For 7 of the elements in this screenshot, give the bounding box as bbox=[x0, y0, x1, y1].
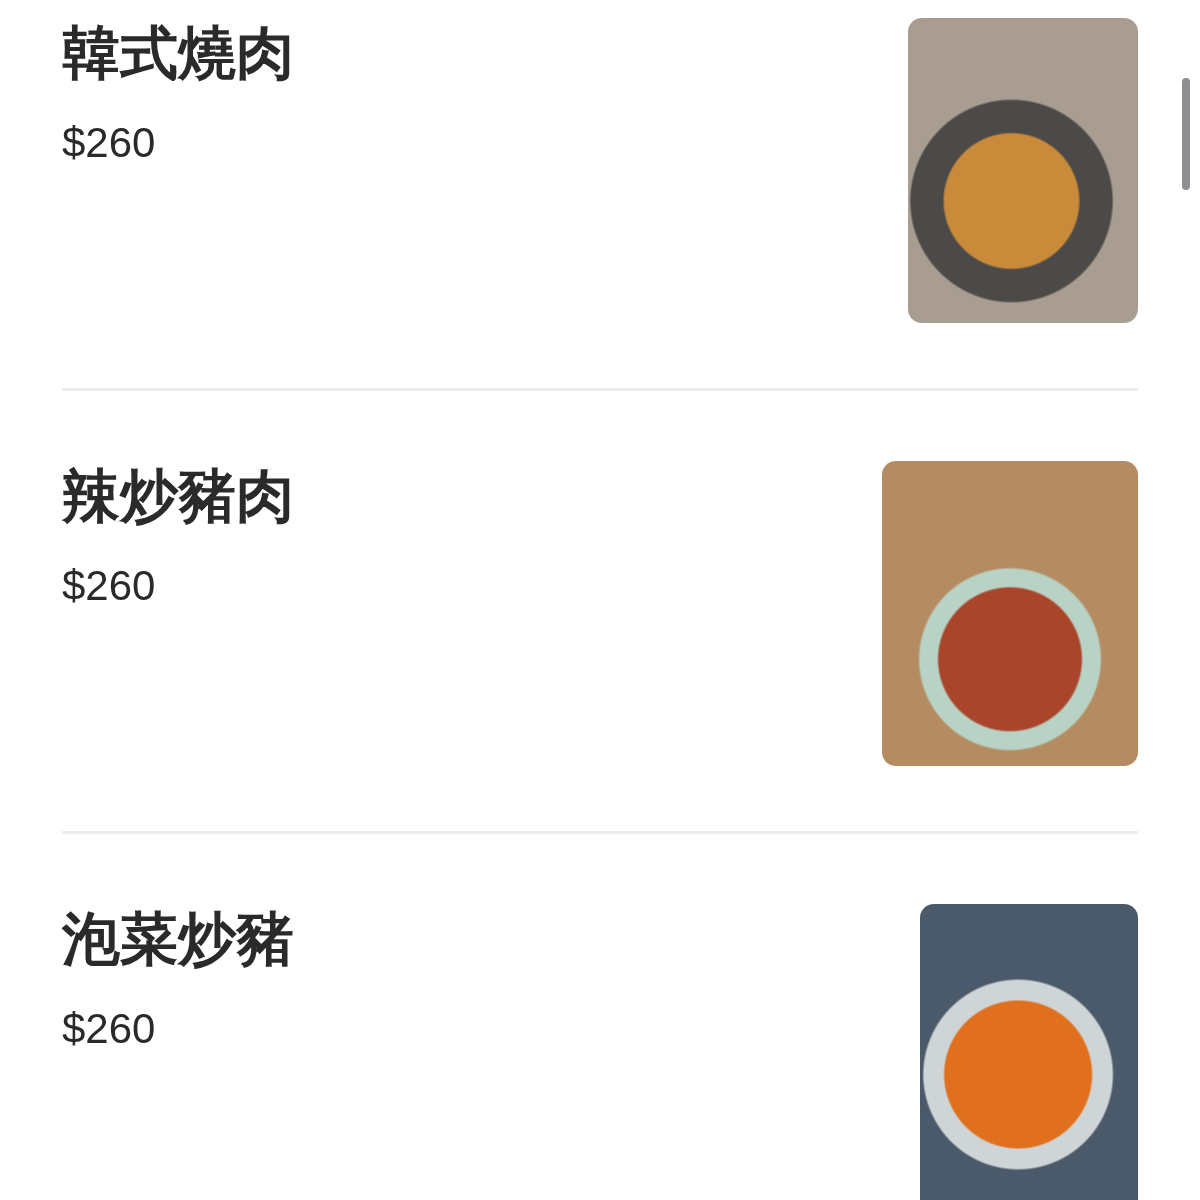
dish-price: $260 bbox=[62, 118, 157, 167]
dish-name: 韓式燒肉 bbox=[62, 19, 294, 89]
dish-name: 泡菜炒豬 bbox=[62, 905, 294, 975]
dish-name: 辣炒豬肉 bbox=[62, 462, 294, 532]
scrollbar-thumb[interactable] bbox=[1182, 78, 1190, 190]
dish-price: $260 bbox=[62, 561, 157, 610]
dish-price: $260 bbox=[62, 1004, 157, 1053]
